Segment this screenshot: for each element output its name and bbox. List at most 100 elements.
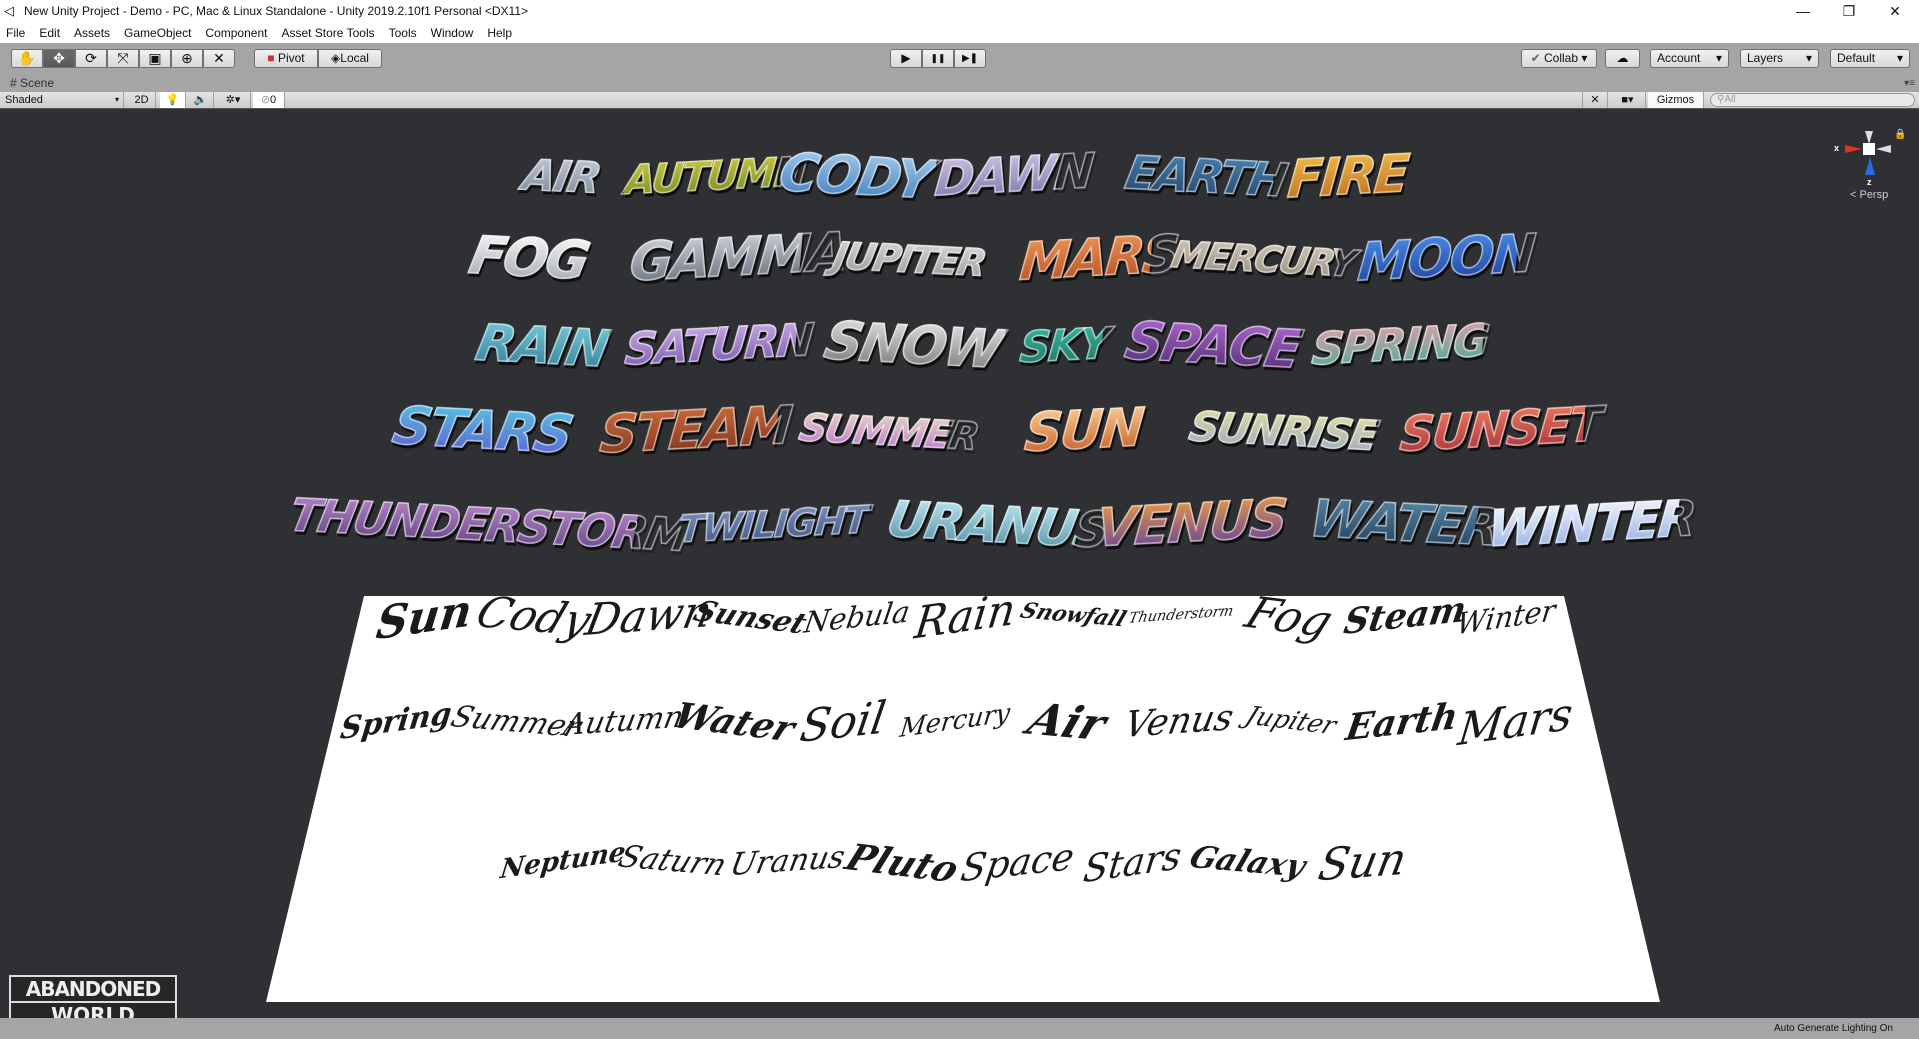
menu-edit[interactable]: Edit [39,26,60,40]
persp-toggle[interactable]: < Persp [1850,189,1888,201]
graffiti-tag[interactable]: Dawn [582,587,717,647]
graffiti-piece[interactable]: STEAM [597,395,794,467]
menu-assets[interactable]: Assets [74,26,110,40]
graffiti-piece[interactable]: SUNSET [1397,396,1603,466]
graffiti-piece[interactable]: SNOW [817,311,1007,381]
tab-scene[interactable]: # Scene [0,74,1919,92]
pivot-label: Pivot [277,51,305,65]
restore-button[interactable]: ❐ [1826,0,1872,22]
graffiti-piece[interactable]: FIRE [1279,143,1415,210]
tools-icon[interactable]: ✕ [1582,92,1608,108]
layout-dropdown[interactable]: Default ▾ [1830,49,1910,68]
graffiti-piece[interactable]: CODY [772,143,938,212]
graffiti-piece[interactable]: WATER [1304,489,1505,559]
graffiti-piece[interactable]: MOON [1355,223,1537,294]
cloud-button[interactable]: ☁ [1605,49,1640,68]
layers-dropdown[interactable]: Layers ▾ [1740,49,1819,68]
minimize-button[interactable]: — [1780,0,1826,22]
graffiti-piece[interactable]: SUN [1002,397,1164,466]
menu-window[interactable]: Window [431,26,474,40]
lock-icon[interactable]: 🔒 [1894,129,1906,140]
menu-file[interactable]: File [6,26,25,40]
graffiti-piece[interactable]: MERCURY [1166,225,1358,293]
collab-check-icon: ✔ [1530,51,1544,65]
local-toggle[interactable]: ◈Local [318,49,382,68]
shading-dropdown[interactable]: Shaded ▾ [0,92,124,108]
menu-component[interactable]: Component [205,26,267,40]
gizmo-x-cone[interactable] [1845,145,1862,153]
graffiti-piece[interactable]: JUPITER [819,225,998,293]
chevron-down-icon: ▾ [1896,51,1903,65]
gizmo-y-cone[interactable] [1865,131,1873,144]
step-button[interactable]: ▶❚ [954,49,986,68]
2d-toggle[interactable]: 2D [128,92,156,108]
graffiti-piece[interactable]: AIR [514,145,607,209]
close-button[interactable]: ✕ [1872,0,1918,22]
scene-gizmo[interactable]: 🔒 x z < Persp [1830,129,1910,224]
transform-tool-button[interactable]: ⊕ [171,49,203,68]
hidden-objects-toggle[interactable]: ⊘0 [253,92,285,108]
layers-label: Layers [1747,51,1784,65]
lighting-toggle-icon[interactable]: 💡 [160,92,186,108]
gizmo-z-cone[interactable] [1865,157,1875,175]
rect-tool-button[interactable]: ▣ [139,49,171,68]
graffiti-piece[interactable]: FOG [444,225,612,293]
menu-bar: File Edit Assets GameObject Component As… [0,22,1919,43]
search-placeholder: All [1724,94,1736,105]
logo-line2: WORLD [11,1001,175,1018]
graffiti-tag[interactable]: Cody [470,588,599,646]
graffiti-piece[interactable]: GAMMA [627,221,850,294]
graffiti-piece[interactable]: SKY [1017,314,1111,379]
tab-menu-icon[interactable]: ▾≡ [1904,78,1915,89]
effects-toggle-icon[interactable]: ✲▾ [216,92,251,108]
graffiti-piece[interactable]: MARS [1017,223,1181,292]
collab-dropdown[interactable]: ✔ Collab ▾ [1521,49,1597,68]
status-bar: Auto Generate Lighting On [0,1018,1919,1039]
local-cube-icon: ◈ [331,51,341,65]
play-button[interactable]: ▶ [890,49,922,68]
scale-tool-button[interactable]: ⤧ [107,49,139,68]
graffiti-piece[interactable]: SUMMER [794,397,982,464]
pivot-toggle[interactable]: ■ Pivot [254,49,318,68]
layout-label: Default [1837,51,1876,65]
custom-tool-button[interactable]: ✕ [203,49,235,68]
graffiti-piece[interactable]: SPRING [1309,311,1491,380]
menu-tools[interactable]: Tools [389,26,417,40]
menu-gameobject[interactable]: GameObject [124,26,191,40]
gizmos-dropdown[interactable]: Gizmos ▾ [1648,92,1704,122]
unity-logo-icon: ◁ [4,3,14,18]
shading-label: Shaded [5,94,43,106]
scene-search-input[interactable]: ⚲All [1710,93,1915,107]
audio-toggle-icon[interactable]: 🔈 [188,92,214,108]
graffiti-tag[interactable]: Air [1002,693,1131,752]
rotate-tool-button[interactable]: ⟳ [75,49,107,68]
menu-asset-store-tools[interactable]: Asset Store Tools [281,26,374,40]
move-tool-button[interactable]: ✥ [43,49,75,68]
menu-help[interactable]: Help [487,26,512,40]
scene-toolbar: Shaded ▾ 2D 💡 🔈 ✲▾ ⊘0 ✕ ■▾ Gizmos ▾ ⚲All [0,92,1919,122]
graffiti-piece[interactable]: SPACE [1120,311,1306,381]
gizmo-neg-x-cone[interactable] [1876,145,1891,153]
graffiti-piece[interactable]: DAWN [932,143,1095,211]
graffiti-piece[interactable]: WINTER [1485,488,1698,559]
pause-button[interactable]: ❚❚ [922,49,954,68]
graffiti-tag[interactable]: Venus [1119,697,1239,746]
graffiti-piece[interactable]: VENUS [1092,488,1289,560]
graffiti-piece[interactable]: EARTH [1120,143,1290,210]
camera-dropdown-icon[interactable]: ■▾ [1610,92,1646,108]
graffiti-piece[interactable]: THUNDERSTORM [284,485,693,563]
graffiti-piece[interactable]: TWILIGHT [674,489,871,559]
scene-view[interactable]: AIR AUTUMN CODY DAWN EARTH FIRE FOG GAMMA JUPITE… [0,109,1919,1018]
graffiti-piece[interactable]: SATURN [622,311,814,380]
graffiti-tag[interactable]: Sun [1300,833,1425,893]
graffiti-piece[interactable]: STARS [383,396,580,466]
gizmo-center[interactable] [1863,143,1875,155]
account-dropdown[interactable]: Account ▾ [1650,49,1729,68]
graffiti-piece[interactable]: URANUS [882,489,1114,561]
chevron-down-icon: ▾ [114,95,119,104]
graffiti-piece[interactable]: SUNRISE [1184,396,1382,465]
graffiti-piece[interactable]: AUTUMN [622,143,808,211]
graffiti-piece[interactable]: RAIN [471,313,613,379]
hand-tool-button[interactable]: ✋ [11,49,43,68]
local-label: Local [340,51,369,65]
